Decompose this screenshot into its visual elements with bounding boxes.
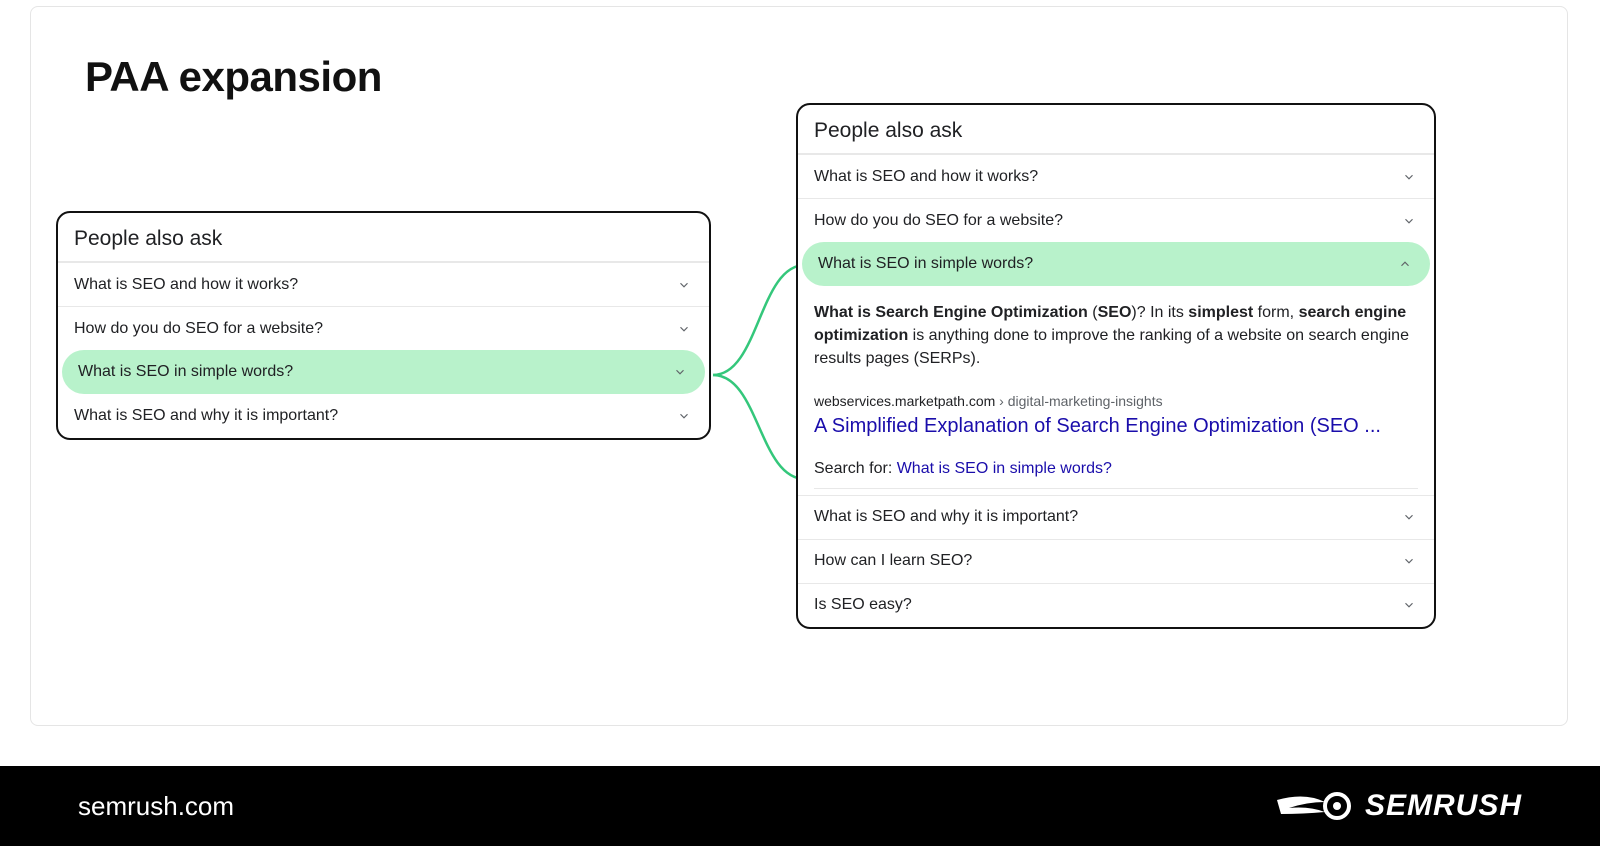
paa-row-highlighted[interactable]: What is SEO in simple words? [62,350,705,394]
paa-row-expanded[interactable]: What is SEO in simple words? [802,242,1430,286]
paa-row[interactable]: What is SEO and how it works? [798,154,1434,198]
paa-row[interactable]: How can I learn SEO? [798,539,1434,583]
search-for-label: Search for: [814,460,897,477]
paa-row[interactable]: What is SEO and why it is important? [798,495,1434,539]
paa-row[interactable]: What is SEO and how it works? [58,262,709,306]
brand-wordmark: SEMRUSH [1365,789,1522,823]
crumb-path: › digital-marketing-insights [995,393,1162,409]
fireball-icon [1275,790,1355,822]
answer-snippet: What is Search Engine Optimization (SEO)… [814,301,1418,371]
search-for-line: Search for: What is SEO in simple words? [814,460,1418,489]
paa-question: How do you do SEO for a website? [74,320,323,338]
paa-heading: People also ask [58,213,709,262]
paa-question: What is SEO and why it is important? [74,407,338,425]
paa-row[interactable]: Is SEO easy? [798,583,1434,627]
paa-question: How do you do SEO for a website? [814,212,1063,230]
chevron-down-icon [671,363,689,381]
paa-question: What is SEO in simple words? [78,363,293,381]
paa-row[interactable]: How do you do SEO for a website? [798,198,1434,242]
paa-row[interactable]: What is SEO and why it is important? [58,394,709,438]
paa-heading: People also ask [798,105,1434,154]
paa-card-after: People also ask What is SEO and how it w… [796,103,1436,629]
paa-question: How can I learn SEO? [814,552,972,570]
chevron-down-icon [675,407,693,425]
chevron-down-icon [1400,596,1418,614]
paa-question: What is SEO and why it is important? [814,508,1078,526]
chevron-up-icon [1396,255,1414,273]
search-for-link[interactable]: What is SEO in simple words? [897,460,1112,477]
brand-logo: SEMRUSH [1275,789,1522,823]
chevron-down-icon [1400,552,1418,570]
footer-site-text: semrush.com [78,791,234,822]
chevron-down-icon [675,276,693,294]
paa-question: What is SEO in simple words? [818,255,1033,273]
chevron-down-icon [675,320,693,338]
chevron-down-icon [1400,168,1418,186]
slide-canvas: PAA expansion People also ask What is SE… [30,6,1568,726]
crumb-host: webservices.marketpath.com [814,393,995,409]
result-title-link[interactable]: A Simplified Explanation of Search Engin… [814,415,1418,438]
paa-question: Is SEO easy? [814,596,912,614]
paa-question: What is SEO and how it works? [74,276,298,294]
chevron-down-icon [1400,508,1418,526]
page-title: PAA expansion [85,53,382,101]
paa-card-before: People also ask What is SEO and how it w… [56,211,711,440]
connector-lines [709,257,809,487]
paa-row[interactable]: How do you do SEO for a website? [58,306,709,350]
paa-answer-panel: What is Search Engine Optimization (SEO)… [798,286,1434,495]
paa-question: What is SEO and how it works? [814,168,1038,186]
footer-bar: semrush.com SEMRUSH [0,766,1600,846]
chevron-down-icon [1400,212,1418,230]
result-breadcrumb: webservices.marketpath.com › digital-mar… [814,393,1418,409]
